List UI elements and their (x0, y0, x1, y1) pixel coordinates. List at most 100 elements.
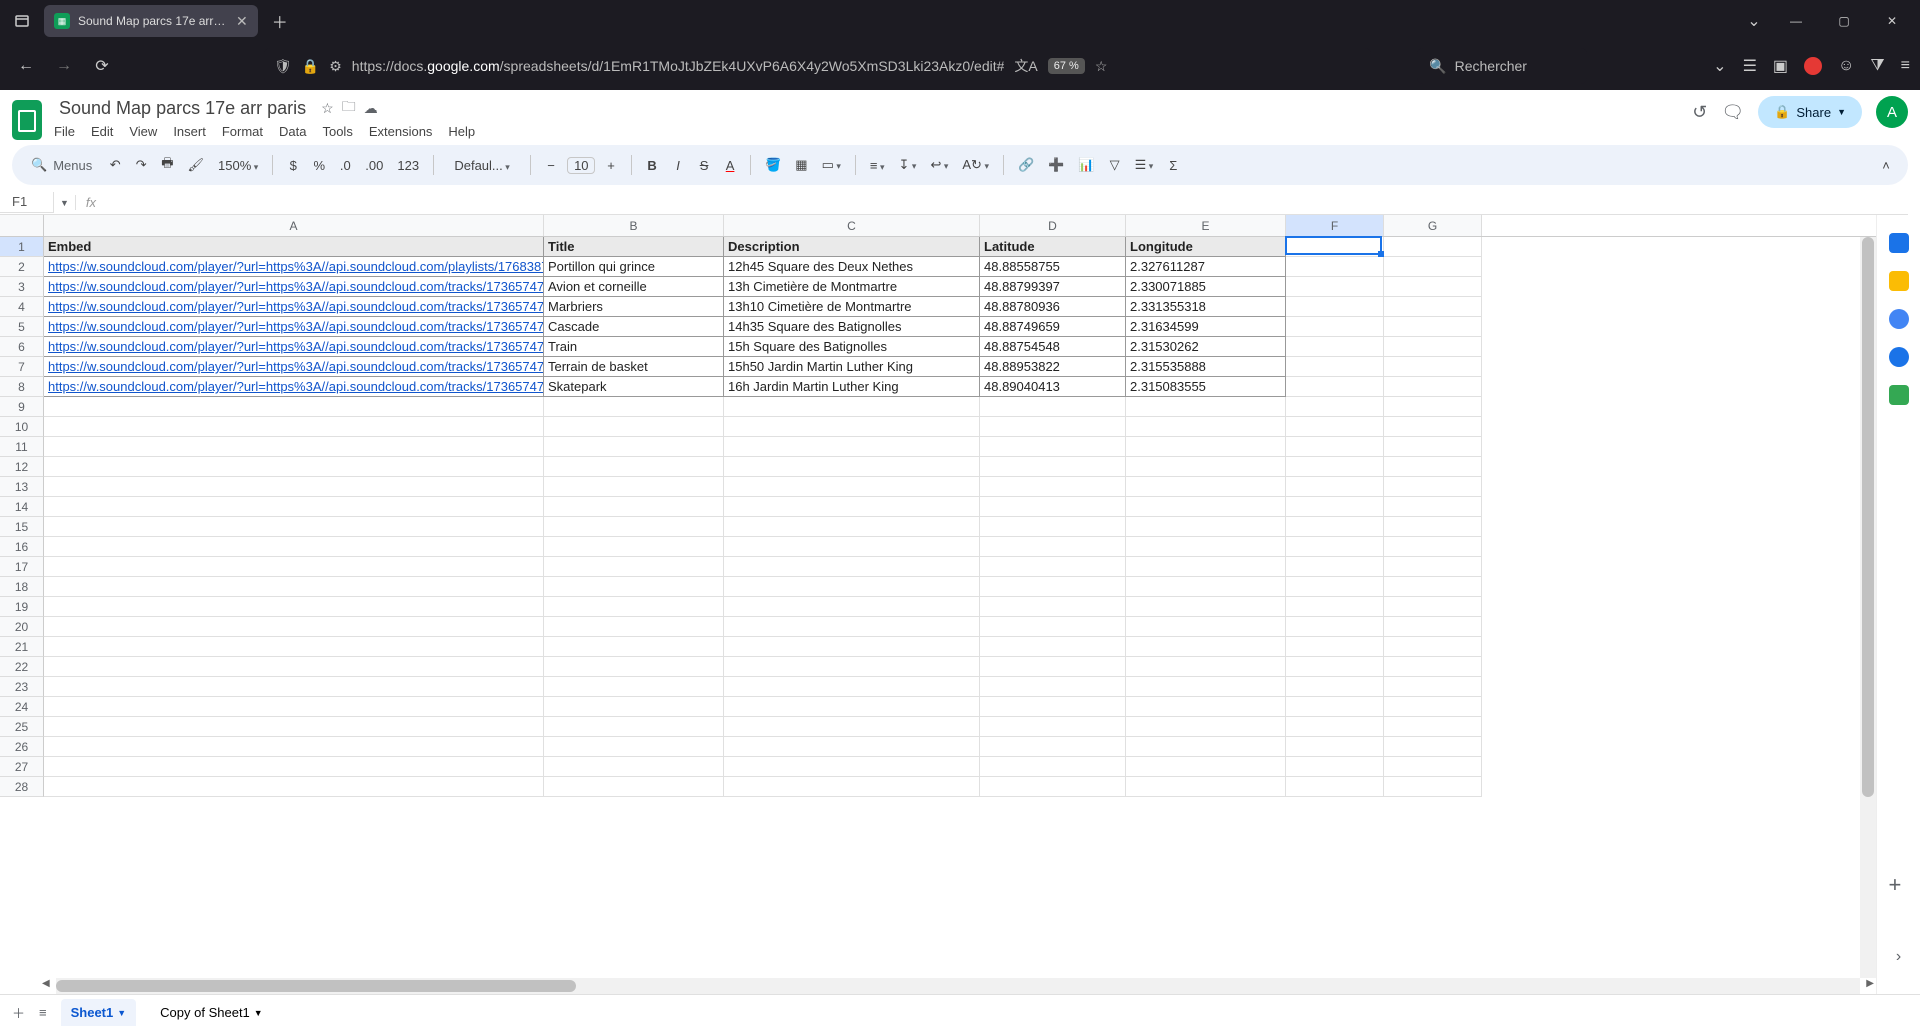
paintformat-button[interactable]: 🖌 (184, 155, 209, 175)
zoom-badge[interactable]: 67 % (1048, 58, 1085, 74)
doc-title-input[interactable]: Sound Map parcs 17e arr paris (52, 95, 313, 122)
cloud-status-icon[interactable]: ☁ (364, 100, 378, 117)
cell[interactable] (544, 457, 724, 477)
menu-icon[interactable]: ≡ (1901, 57, 1910, 75)
cell[interactable] (1126, 757, 1286, 777)
row-header[interactable]: 21 (0, 637, 44, 657)
cell[interactable] (1286, 417, 1384, 437)
browser-tab[interactable]: ▦ Sound Map parcs 17e arr paris ✕ (44, 5, 258, 37)
cell[interactable] (544, 417, 724, 437)
cell[interactable] (44, 717, 544, 737)
cell[interactable] (724, 677, 980, 697)
cell[interactable]: 2.315083555 (1126, 377, 1286, 397)
italic-button[interactable]: I (668, 156, 688, 175)
horizontal-scrollbar[interactable]: ◀▶ (56, 978, 1860, 994)
cell[interactable] (1286, 517, 1384, 537)
cell[interactable] (1126, 777, 1286, 797)
cell[interactable] (980, 537, 1126, 557)
window-close[interactable]: ✕ (1872, 5, 1912, 37)
cell[interactable] (1384, 677, 1482, 697)
cell[interactable] (980, 617, 1126, 637)
cell[interactable] (1286, 317, 1384, 337)
cell[interactable] (724, 557, 980, 577)
cell[interactable] (980, 697, 1126, 717)
cell[interactable] (1384, 417, 1482, 437)
cell[interactable]: https://w.soundcloud.com/player/?url=htt… (44, 357, 544, 377)
row-header[interactable]: 10 (0, 417, 44, 437)
cell[interactable]: https://w.soundcloud.com/player/?url=htt… (44, 257, 544, 277)
hide-sidepanel-button[interactable]: › (1896, 948, 1901, 966)
cell[interactable] (980, 417, 1126, 437)
cell[interactable] (544, 757, 724, 777)
moreformats-button[interactable]: 123 (393, 156, 423, 175)
cell[interactable] (1286, 437, 1384, 457)
cell[interactable] (1384, 357, 1482, 377)
fontsize-input[interactable]: 10 (567, 157, 595, 174)
cell[interactable] (724, 497, 980, 517)
sheet-tab-active[interactable]: Sheet1 ▼ (61, 999, 137, 1026)
row-header[interactable]: 13 (0, 477, 44, 497)
cell[interactable] (1126, 717, 1286, 737)
cell[interactable] (1286, 777, 1384, 797)
cell[interactable] (544, 697, 724, 717)
cell[interactable] (1286, 457, 1384, 477)
cell[interactable] (1286, 577, 1384, 597)
row-header[interactable]: 24 (0, 697, 44, 717)
cell[interactable] (1286, 497, 1384, 517)
cell[interactable] (544, 557, 724, 577)
cell[interactable] (1384, 557, 1482, 577)
vertical-scrollbar[interactable] (1860, 237, 1876, 978)
history-icon[interactable]: ↺ (1692, 102, 1707, 123)
row-header[interactable]: 6 (0, 337, 44, 357)
cell[interactable] (1384, 577, 1482, 597)
cell[interactable]: Description (724, 237, 980, 257)
cell[interactable] (980, 677, 1126, 697)
reload-button[interactable]: ⟳ (86, 50, 118, 82)
cell[interactable] (1126, 497, 1286, 517)
cell[interactable] (1126, 417, 1286, 437)
cell[interactable] (724, 717, 980, 737)
cell[interactable]: 48.88780936 (980, 297, 1126, 317)
pocket-icon[interactable]: ⌄ (1713, 56, 1726, 76)
cell[interactable] (724, 757, 980, 777)
currency-button[interactable]: $ (283, 156, 303, 175)
sheets-logo[interactable] (12, 100, 42, 140)
cell[interactable] (44, 697, 544, 717)
cell[interactable] (1384, 717, 1482, 737)
row-header[interactable]: 16 (0, 537, 44, 557)
cell[interactable]: 48.88749659 (980, 317, 1126, 337)
column-header[interactable]: E (1126, 215, 1286, 236)
cell[interactable] (1126, 577, 1286, 597)
cell[interactable]: 15h Square des Batignolles (724, 337, 980, 357)
account-avatar[interactable]: A (1876, 96, 1908, 128)
cell[interactable] (1126, 677, 1286, 697)
cell[interactable] (724, 637, 980, 657)
functions-button[interactable]: Σ (1163, 156, 1183, 175)
cell[interactable] (1286, 557, 1384, 577)
fillcolor-button[interactable]: 🪣 (761, 155, 785, 175)
cell[interactable] (1286, 717, 1384, 737)
cell[interactable] (980, 717, 1126, 737)
list-tabs-button[interactable]: ⌄ (1740, 7, 1768, 35)
extensions-icon[interactable]: ⧩ (1870, 57, 1884, 75)
cell[interactable] (724, 737, 980, 757)
new-tab-button[interactable]: ＋ (266, 7, 294, 35)
row-header[interactable]: 2 (0, 257, 44, 277)
library-icon[interactable]: ☰ (1743, 56, 1757, 76)
percent-button[interactable]: % (309, 156, 329, 175)
column-header[interactable]: F (1286, 215, 1384, 236)
cell[interactable] (724, 477, 980, 497)
cell[interactable] (724, 777, 980, 797)
cell[interactable] (1286, 377, 1384, 397)
cell[interactable] (1384, 497, 1482, 517)
cell[interactable]: Embed (44, 237, 544, 257)
name-box[interactable]: F1 (0, 192, 54, 213)
cell[interactable] (44, 497, 544, 517)
cell[interactable] (1384, 617, 1482, 637)
sheet-tab[interactable]: Copy of Sheet1 ▼ (150, 999, 273, 1026)
cell[interactable] (1384, 277, 1482, 297)
cell[interactable] (1126, 617, 1286, 637)
menu-tools[interactable]: Tools (322, 124, 352, 139)
cell[interactable] (724, 417, 980, 437)
cell[interactable] (544, 617, 724, 637)
